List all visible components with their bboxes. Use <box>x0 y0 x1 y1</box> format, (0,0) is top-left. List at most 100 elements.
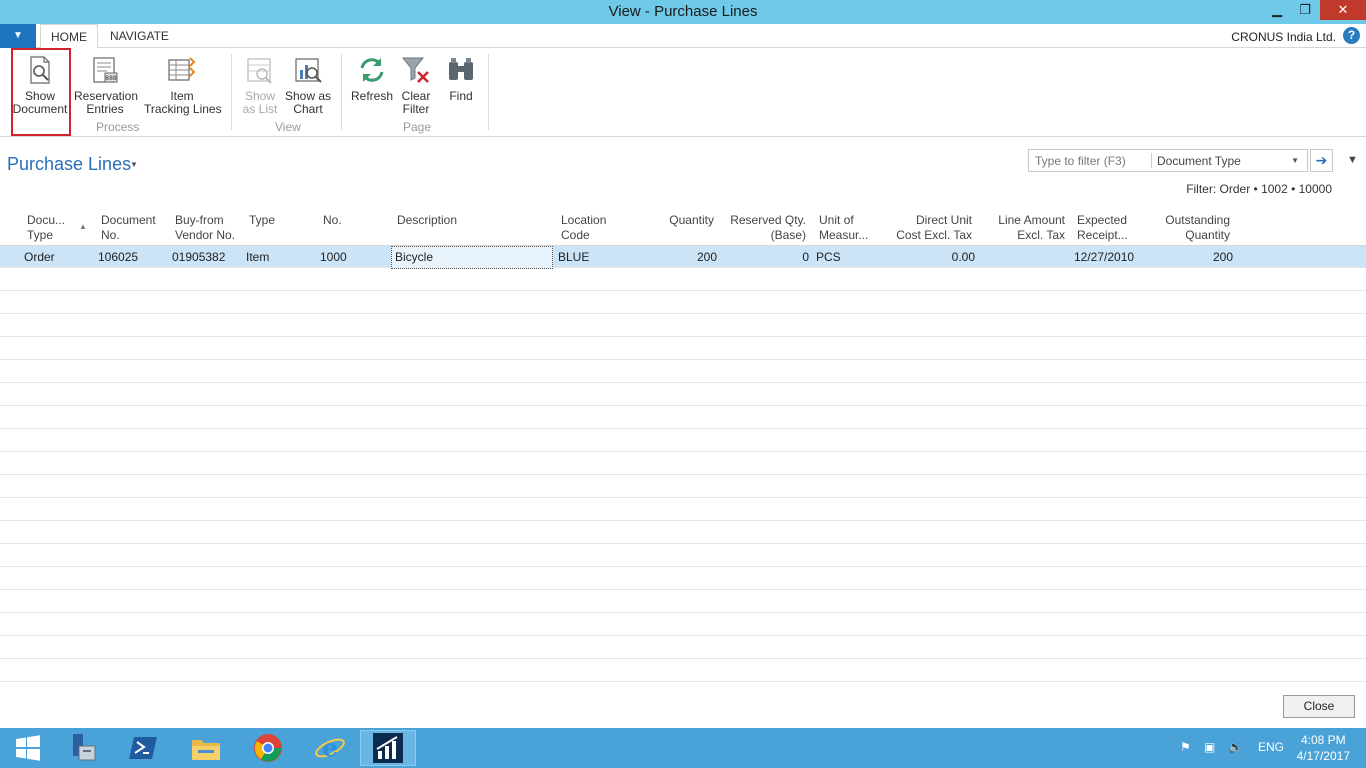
col-header-outstanding[interactable]: Outstanding Quantity <box>1140 213 1230 243</box>
cell-description[interactable]: Bicycle <box>395 250 433 264</box>
item-tracking-lines-button[interactable]: Item Tracking Lines <box>144 54 222 116</box>
cell-no[interactable]: 1000 <box>320 250 347 264</box>
cell-type[interactable]: Item <box>246 250 269 264</box>
cell-vendor-no[interactable]: 01905382 <box>172 250 225 264</box>
col-header-no[interactable]: No. <box>323 213 342 228</box>
window-titlebar: View - Purchase Lines ▁ ❐ ✕ <box>0 0 1366 24</box>
language-indicator[interactable]: ENG <box>1258 740 1284 754</box>
empty-row <box>0 268 1366 291</box>
cell-reserved-qty[interactable]: 0 <box>716 250 809 264</box>
dynamics-nav-button[interactable] <box>360 730 416 766</box>
filter-field-select[interactable]: Document Type <box>1157 154 1241 168</box>
show-document-highlight <box>11 48 71 136</box>
tab-home[interactable]: HOME <box>40 24 98 49</box>
col-header-text: Quantity <box>669 213 714 227</box>
page-title-dropdown-icon[interactable]: ▼ <box>130 160 138 169</box>
col-header-doc-no[interactable]: Document No. <box>101 213 156 243</box>
file-explorer-icon <box>192 740 220 760</box>
cell-doc-no[interactable]: 106025 <box>98 250 138 264</box>
minimize-button[interactable]: ▁ <box>1263 0 1291 20</box>
cell-location-code[interactable]: BLUE <box>558 250 589 264</box>
col-header-unit-cost[interactable]: Direct Unit Cost Excl. Tax <box>872 213 972 243</box>
powershell-button[interactable] <box>116 730 172 766</box>
taskbar-clock[interactable]: 4:08 PM 4/17/2017 <box>1297 732 1350 764</box>
server-manager-button[interactable] <box>54 730 110 766</box>
col-header-vendor[interactable]: Buy-from Vendor No. <box>175 213 235 243</box>
close-button[interactable]: Close <box>1283 695 1355 718</box>
reservation-entries-button[interactable]: 888 Reservation Entries <box>74 54 138 116</box>
col-header-reserved-qty[interactable]: Reserved Qty. (Base) <box>716 213 806 243</box>
flag-icon[interactable]: ⚑ <box>1180 740 1191 754</box>
cell-quantity[interactable]: 200 <box>640 250 717 264</box>
col-header-text: Vendor No. <box>175 228 236 242</box>
col-header-expected-receipt[interactable]: Expected Receipt... <box>1077 213 1128 243</box>
active-filter-text: Filter: Order • 1002 • 10000 <box>1186 182 1332 196</box>
cell-unit-cost[interactable]: 0.00 <box>872 250 975 264</box>
col-header-text: Expected <box>1077 213 1128 227</box>
col-header-text: Measur... <box>819 228 869 242</box>
chrome-icon <box>254 734 282 762</box>
chrome-button[interactable] <box>240 730 296 766</box>
close-window-button[interactable]: ✕ <box>1320 0 1366 20</box>
clear-filter-label-2: Filter <box>402 102 430 116</box>
col-header-type[interactable]: Type <box>249 213 275 228</box>
file-explorer-button[interactable] <box>178 730 234 766</box>
cell-uom[interactable]: PCS <box>816 250 841 264</box>
network-icon[interactable]: ▣ <box>1204 740 1215 754</box>
show-as-chart-button[interactable]: Show as Chart <box>284 54 332 116</box>
col-header-text: No. <box>323 213 342 227</box>
chevron-down-icon[interactable]: ▼ <box>1291 156 1299 165</box>
reservation-entries-label-2: Entries <box>86 102 124 116</box>
page-title[interactable]: Purchase Lines <box>7 154 131 175</box>
cell-expected-receipt[interactable]: 12/27/2010 <box>1074 250 1134 264</box>
filter-input[interactable]: Type to filter (F3) <box>1035 154 1126 168</box>
col-header-uom[interactable]: Unit of Measur... <box>819 213 868 243</box>
internet-explorer-icon: e <box>315 733 345 762</box>
cell-outstanding[interactable]: 200 <box>1140 250 1233 264</box>
tab-navigate[interactable]: NAVIGATE <box>100 24 179 48</box>
sort-ascending-icon: ▲ <box>79 222 87 231</box>
clear-filter-button[interactable]: Clear Filter <box>398 54 434 116</box>
apply-filter-arrow-icon[interactable]: ➔ <box>1310 149 1333 172</box>
expand-filter-chevron-icon[interactable]: ▼ <box>1347 154 1358 166</box>
clock-date: 4/17/2017 <box>1296 749 1350 763</box>
table-row[interactable]: Order 106025 01905382 Item 1000 Bicycle … <box>0 245 1366 269</box>
show-as-list-button[interactable]: Show as List <box>240 54 280 116</box>
col-header-line-amount[interactable]: Line Amount Excl. Tax <box>975 213 1065 243</box>
refresh-button[interactable]: Refresh <box>350 54 394 103</box>
internet-explorer-button[interactable]: e <box>302 730 358 766</box>
empty-row <box>0 567 1366 590</box>
restore-button[interactable]: ❐ <box>1291 0 1319 20</box>
ribbon-separator <box>488 54 489 130</box>
find-button[interactable]: Find <box>444 54 478 103</box>
show-as-list-label-2: as List <box>242 102 278 116</box>
volume-icon[interactable]: 🔈 <box>1228 740 1243 754</box>
app-menu-button[interactable]: ▼ <box>0 24 36 48</box>
col-header-doc-type[interactable]: Docu... Type <box>27 213 65 243</box>
ribbon-separator <box>341 54 342 130</box>
window-title: View - Purchase Lines <box>608 3 758 20</box>
description-edit-field[interactable]: Bicycle <box>391 246 553 269</box>
col-header-text: Receipt... <box>1077 228 1128 242</box>
clear-filter-icon <box>401 57 429 83</box>
list-icon <box>247 58 272 84</box>
chart-icon <box>295 58 322 83</box>
col-header-description[interactable]: Description <box>397 213 457 228</box>
col-header-text: Document <box>101 213 156 227</box>
col-header-text: Cost Excl. Tax <box>896 228 972 242</box>
col-header-location[interactable]: Location Code <box>561 213 606 243</box>
help-icon[interactable]: ? <box>1343 27 1360 44</box>
company-name[interactable]: CRONUS India Ltd. <box>1231 30 1336 44</box>
col-header-quantity[interactable]: Quantity <box>640 213 714 228</box>
cell-doc-type[interactable]: Order <box>24 250 55 264</box>
empty-row <box>0 498 1366 521</box>
windows-start-button[interactable] <box>0 730 56 766</box>
svg-text:888: 888 <box>105 75 117 82</box>
col-header-text: Direct Unit <box>915 213 972 227</box>
col-header-text: Quantity <box>1185 228 1230 242</box>
empty-row <box>0 383 1366 406</box>
dynamics-nav-icon <box>373 733 403 763</box>
empty-row <box>0 659 1366 682</box>
windows-start-icon <box>16 735 40 761</box>
svg-text:e: e <box>322 733 337 762</box>
